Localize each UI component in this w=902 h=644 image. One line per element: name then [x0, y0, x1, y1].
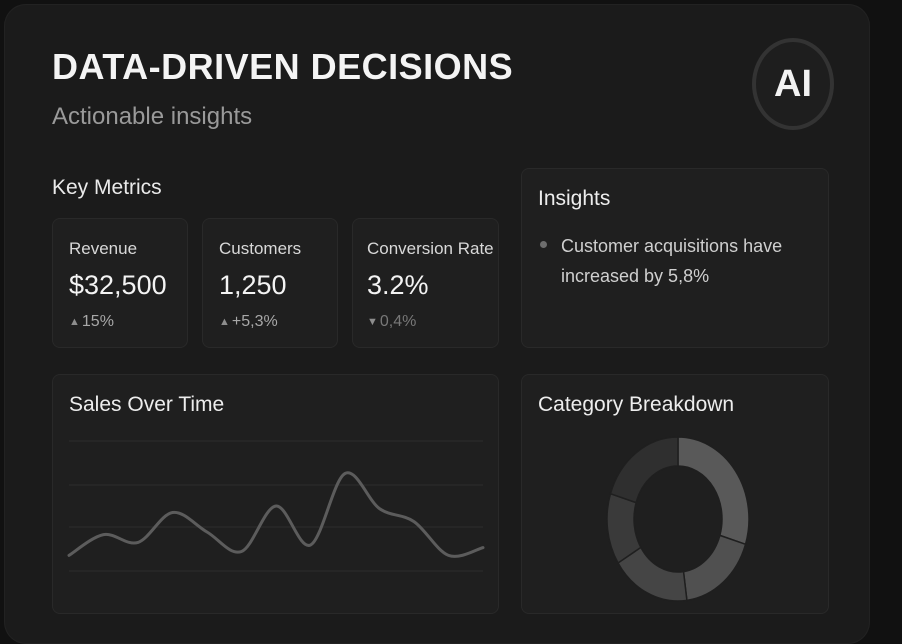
- metric-delta-value: +5,3%: [231, 313, 278, 330]
- insight-text: Customer acquisitions have increased by …: [561, 236, 783, 286]
- triangle-down-icon: ▼: [367, 316, 378, 328]
- insights-title: Insights: [538, 187, 611, 210]
- metric-delta: ▲ +5,3%: [219, 313, 278, 331]
- metric-delta: ▼ 0,4%: [367, 313, 416, 331]
- metric-delta: ▲ 15%: [69, 313, 114, 331]
- donut-slice[interactable]: [682, 534, 747, 602]
- metric-card-customers[interactable]: Customers 1,250 ▲ +5,3%: [202, 218, 338, 348]
- key-metrics-heading: Key Metrics: [52, 176, 162, 199]
- sales-line-chart: [67, 440, 485, 572]
- insights-card: Insights Customer acquisitions have incr…: [521, 168, 829, 348]
- donut-slice[interactable]: [677, 436, 750, 546]
- metric-name: Conversion Rate: [367, 239, 494, 258]
- triangle-up-icon: ▲: [219, 316, 230, 328]
- ai-badge[interactable]: AI: [752, 38, 834, 130]
- metric-value: 1,250: [219, 270, 287, 300]
- donut-slice[interactable]: [609, 436, 679, 504]
- metric-value: $32,500: [69, 270, 167, 300]
- metric-card-revenue[interactable]: Revenue $32,500 ▲ 15%: [52, 218, 188, 348]
- category-donut-chart: [606, 436, 750, 602]
- metric-value: 3.2%: [367, 270, 429, 300]
- sales-chart-card: Sales Over Time: [52, 374, 499, 614]
- page-subtitle: Actionable insights: [52, 103, 253, 130]
- page-title: DATA-DRIVEN DECISIONS: [52, 46, 514, 87]
- triangle-up-icon: ▲: [69, 316, 80, 328]
- metric-name: Revenue: [69, 239, 138, 258]
- category-chart-card: Category Breakdown: [521, 374, 829, 614]
- bullet-icon: [540, 241, 547, 248]
- metric-name: Customers: [219, 239, 302, 258]
- metric-card-conversion-rate[interactable]: Conversion Rate 3.2% ▼ 0,4%: [352, 218, 499, 348]
- insight-item: Customer acquisitions have increased by …: [540, 231, 810, 291]
- metric-delta-value: 0,4%: [379, 313, 417, 330]
- metric-delta-value: 15%: [81, 313, 114, 330]
